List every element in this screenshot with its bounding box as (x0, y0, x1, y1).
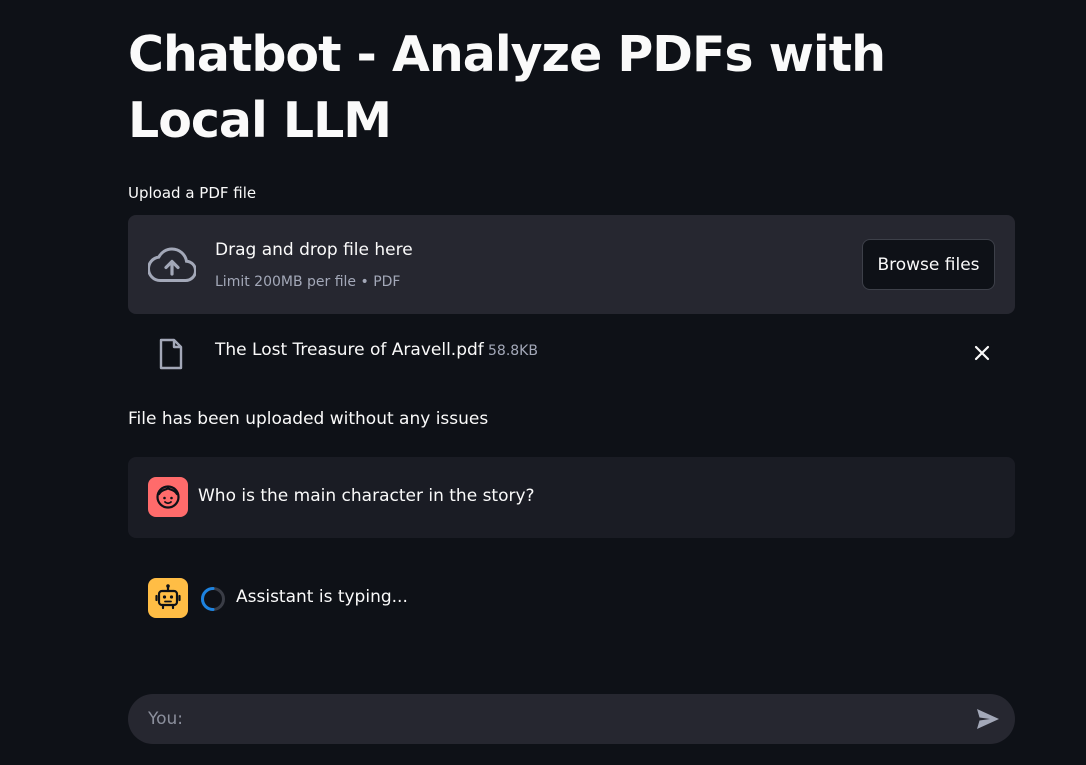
uploaded-file-size: 58.8KB (488, 343, 538, 359)
user-avatar (148, 477, 188, 517)
assistant-typing-text: Assistant is typing... (236, 587, 408, 607)
uploaded-file-name: The Lost Treasure of Aravell.pdf (215, 340, 484, 360)
assistant-avatar (148, 578, 188, 618)
file-icon (159, 338, 183, 370)
file-dropzone[interactable]: Drag and drop file here Limit 200MB per … (128, 215, 1015, 314)
chat-message-assistant: Assistant is typing... (128, 558, 1015, 639)
send-icon[interactable] (975, 707, 1001, 731)
loading-spinner-icon (200, 587, 225, 611)
robot-icon (155, 584, 181, 610)
browse-files-button[interactable]: Browse files (862, 239, 995, 290)
upload-label: Upload a PDF file (128, 184, 257, 202)
dropzone-title: Drag and drop file here (215, 240, 413, 260)
uploaded-file-row: The Lost Treasure of Aravell.pdf 58.8KB (128, 330, 1015, 376)
chat-input-bar (128, 694, 1015, 744)
user-face-icon (156, 485, 180, 509)
user-message-text: Who is the main character in the story? (198, 486, 535, 506)
app-page: Chatbot - Analyze PDFs with Local LLM Up… (0, 0, 1086, 765)
chat-input[interactable] (148, 694, 968, 744)
page-title: Chatbot - Analyze PDFs with Local LLM (128, 26, 886, 149)
chat-message-user: Who is the main character in the story? (128, 457, 1015, 538)
dropzone-limit-text: Limit 200MB per file • PDF (215, 274, 401, 290)
close-icon[interactable] (971, 342, 993, 364)
upload-status-message: File has been uploaded without any issue… (128, 409, 489, 429)
cloud-upload-icon (148, 247, 196, 282)
